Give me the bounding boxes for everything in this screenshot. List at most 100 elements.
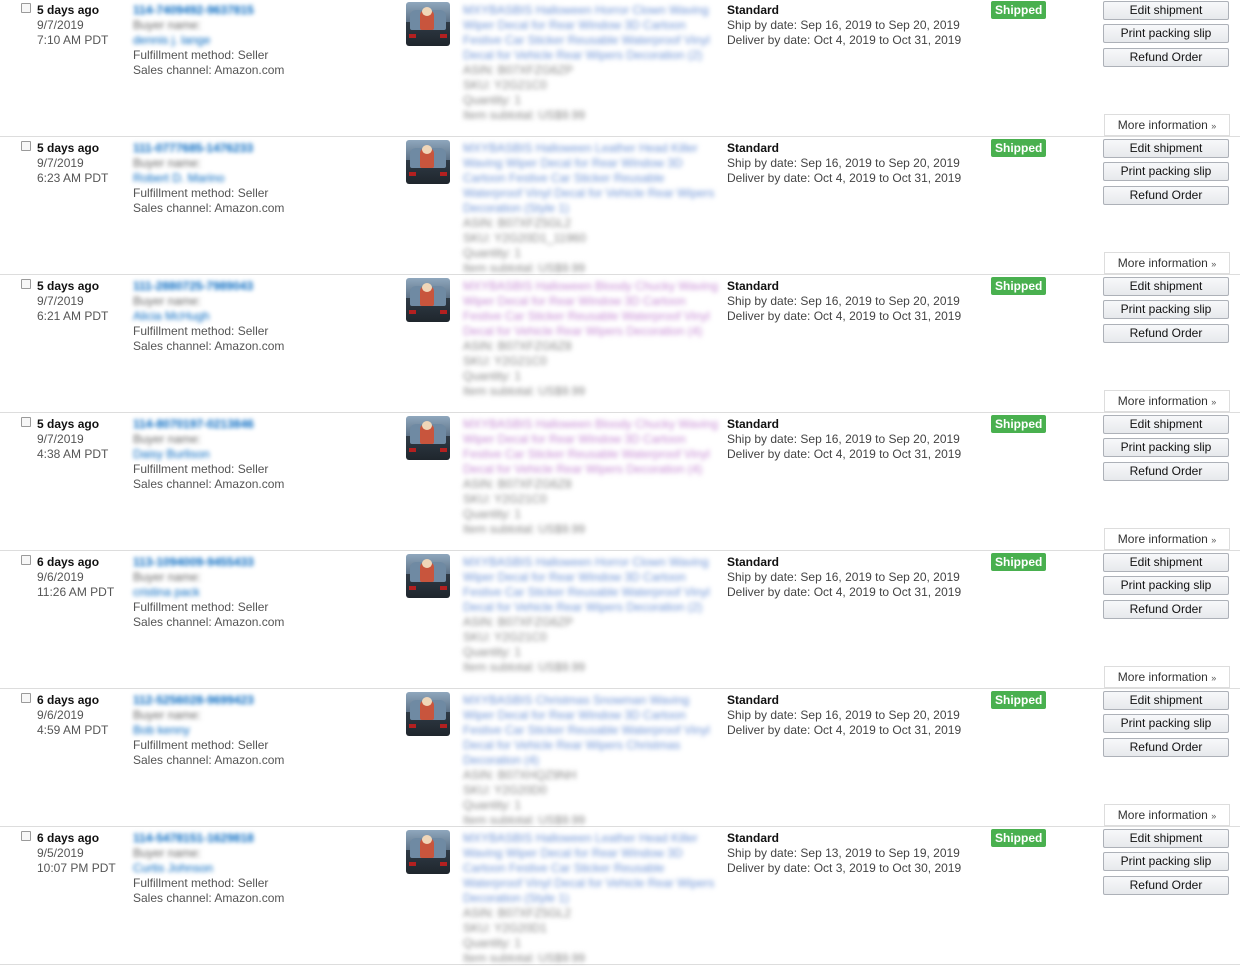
sales-channel: Sales channel: Amazon.com xyxy=(133,615,403,630)
edit-shipment-button[interactable]: Edit shipment xyxy=(1103,415,1229,434)
fulfillment-method: Fulfillment method: Seller xyxy=(133,462,403,477)
product-thumbnail[interactable] xyxy=(406,278,450,322)
order-date-block: 5 days ago 9/7/2019 6:21 AM PDT xyxy=(37,279,108,324)
buyer-name-link[interactable]: Curtis Johnson xyxy=(133,861,403,876)
order-id-link[interactable]: 111-2880725-7989043 xyxy=(133,279,403,294)
print-packing-slip-button[interactable]: Print packing slip xyxy=(1103,576,1229,595)
print-packing-slip-button[interactable]: Print packing slip xyxy=(1103,438,1229,457)
more-information-button[interactable]: More information » xyxy=(1104,528,1230,550)
product-thumbnail[interactable] xyxy=(406,2,450,46)
order-id-link[interactable]: 114-8070197-0213846 xyxy=(133,417,403,432)
ship-by-value: Sep 16, 2019 to Sep 20, 2019 xyxy=(800,156,960,170)
edit-shipment-button[interactable]: Edit shipment xyxy=(1103,553,1229,572)
refund-order-button[interactable]: Refund Order xyxy=(1103,600,1229,619)
quantity-label: Quantity: xyxy=(463,645,512,659)
buyer-name-label: Buyer name: xyxy=(133,570,202,584)
deliver-by-date: Deliver by date: Oct 4, 2019 to Oct 31, … xyxy=(727,33,961,48)
status-badge: Shipped xyxy=(991,1,1047,19)
edit-shipment-button[interactable]: Edit shipment xyxy=(1103,691,1229,710)
product-thumbnail[interactable] xyxy=(406,692,450,736)
product-thumbnail[interactable] xyxy=(406,140,450,184)
buyer-name-link[interactable]: Daisy Burlison xyxy=(133,447,403,462)
product-quantity: Quantity: 1 xyxy=(463,936,721,951)
product-quantity: Quantity: 1 xyxy=(463,93,721,108)
buyer-name-link[interactable]: dennis j. lange xyxy=(133,33,403,48)
thumbnail-figure-head xyxy=(422,7,432,16)
buyer-name-link[interactable]: cristina pack xyxy=(133,585,403,600)
order-select-checkbox[interactable] xyxy=(21,417,31,427)
product-subtotal: Item subtotal: US$9.99 xyxy=(463,384,721,399)
shipping-details: Standard Ship by date: Sep 16, 2019 to S… xyxy=(727,417,961,462)
order-row: 5 days ago 9/7/2019 6:21 AM PDT 111-2880… xyxy=(0,274,1240,413)
deliver-by-label: Deliver by date: xyxy=(727,309,814,323)
shipping-details: Standard Ship by date: Sep 16, 2019 to S… xyxy=(727,279,961,324)
product-details: MXYBASBIS Halloween Bloody Chucky Waving… xyxy=(463,417,721,537)
product-title-link[interactable]: MXYBASBIS Halloween Horror Clown Waving … xyxy=(463,3,721,63)
product-title-link[interactable]: MXYBASBIS Halloween Leather Head Killer … xyxy=(463,831,721,906)
order-select-checkbox[interactable] xyxy=(21,831,31,841)
fulfillment-method: Fulfillment method: Seller xyxy=(133,876,403,891)
product-asin: ASIN: B07XFZ5GL2 xyxy=(463,906,721,921)
more-information-button[interactable]: More information » xyxy=(1104,390,1230,412)
product-details: MXYBASBIS Halloween Leather Head Killer … xyxy=(463,831,721,966)
order-date-block: 5 days ago 9/7/2019 4:38 AM PDT xyxy=(37,417,108,462)
more-information-button[interactable]: More information » xyxy=(1104,666,1230,688)
order-id-link[interactable]: 114-5478151-1629818 xyxy=(133,831,403,846)
order-date: 9/6/2019 xyxy=(37,708,84,722)
product-thumbnail[interactable] xyxy=(406,554,450,598)
order-select-checkbox[interactable] xyxy=(21,3,31,13)
print-packing-slip-button[interactable]: Print packing slip xyxy=(1103,300,1229,319)
order-select-checkbox[interactable] xyxy=(21,555,31,565)
deliver-by-label: Deliver by date: xyxy=(727,447,814,461)
refund-order-button[interactable]: Refund Order xyxy=(1103,876,1229,895)
product-title-link[interactable]: MXYBASBIS Halloween Bloody Chucky Waving… xyxy=(463,417,721,477)
order-id-link[interactable]: 112-5256028-9699423 xyxy=(133,693,403,708)
order-id-link[interactable]: 111-0777685-1476233 xyxy=(133,141,403,156)
order-id-link[interactable]: 113-1094009-9455433 xyxy=(133,555,403,570)
buyer-name-link[interactable]: Robert D. Marino xyxy=(133,171,403,186)
print-packing-slip-button[interactable]: Print packing slip xyxy=(1103,714,1229,733)
refund-order-button[interactable]: Refund Order xyxy=(1103,738,1229,757)
subtotal-value: US$9.99 xyxy=(538,522,586,536)
shipping-service: Standard xyxy=(727,693,780,707)
product-title-link[interactable]: MXYBASBIS Halloween Leather Head Killer … xyxy=(463,141,721,216)
refund-order-button[interactable]: Refund Order xyxy=(1103,48,1229,67)
refund-order-button[interactable]: Refund Order xyxy=(1103,186,1229,205)
print-packing-slip-button[interactable]: Print packing slip xyxy=(1103,24,1229,43)
buyer-name-link[interactable]: Bob kenny xyxy=(133,723,403,738)
refund-order-button[interactable]: Refund Order xyxy=(1103,462,1229,481)
more-information-button[interactable]: More information » xyxy=(1104,804,1230,826)
buyer-name-label: Buyer name: xyxy=(133,432,202,446)
order-age: 5 days ago xyxy=(37,141,100,155)
order-select-checkbox[interactable] xyxy=(21,279,31,289)
more-information-button[interactable]: More information » xyxy=(1104,252,1230,274)
product-thumbnail[interactable] xyxy=(406,830,450,874)
product-title-link[interactable]: MXYBASBIS Halloween Bloody Chucky Waving… xyxy=(463,279,721,339)
print-packing-slip-button[interactable]: Print packing slip xyxy=(1103,162,1229,181)
sales-channel: Sales channel: Amazon.com xyxy=(133,477,403,492)
edit-shipment-button[interactable]: Edit shipment xyxy=(1103,139,1229,158)
edit-shipment-button[interactable]: Edit shipment xyxy=(1103,277,1229,296)
order-select-checkbox[interactable] xyxy=(21,693,31,703)
fulfillment-label: Fulfillment method: xyxy=(133,462,238,476)
product-title-link[interactable]: MXYBASBIS Halloween Horror Clown Waving … xyxy=(463,555,721,615)
print-packing-slip-button[interactable]: Print packing slip xyxy=(1103,852,1229,871)
more-information-label: More information xyxy=(1117,808,1208,822)
edit-shipment-button[interactable]: Edit shipment xyxy=(1103,829,1229,848)
edit-shipment-button[interactable]: Edit shipment xyxy=(1103,1,1229,20)
product-asin: ASIN: B07XFZ5GL2 xyxy=(463,216,721,231)
sku-value: Y2G21C0 xyxy=(494,78,547,92)
sku-value: Y2G20D0 xyxy=(494,783,547,797)
order-time: 4:59 AM PDT xyxy=(37,723,109,737)
more-information-button[interactable]: More information » xyxy=(1104,114,1230,136)
thumbnail-tail-light xyxy=(440,34,447,38)
quantity-value: 1 xyxy=(514,93,522,107)
refund-order-button[interactable]: Refund Order xyxy=(1103,324,1229,343)
buyer-name-label: Buyer name: xyxy=(133,18,202,32)
fulfillment-value: Seller xyxy=(237,186,269,200)
order-select-checkbox[interactable] xyxy=(21,141,31,151)
product-title-link[interactable]: MXYBASBIS Christmas Snowman Waving Wiper… xyxy=(463,693,721,768)
buyer-name-link[interactable]: Alicia McHugh xyxy=(133,309,403,324)
product-thumbnail[interactable] xyxy=(406,416,450,460)
order-id-link[interactable]: 114-7409492-9637815 xyxy=(133,3,403,18)
